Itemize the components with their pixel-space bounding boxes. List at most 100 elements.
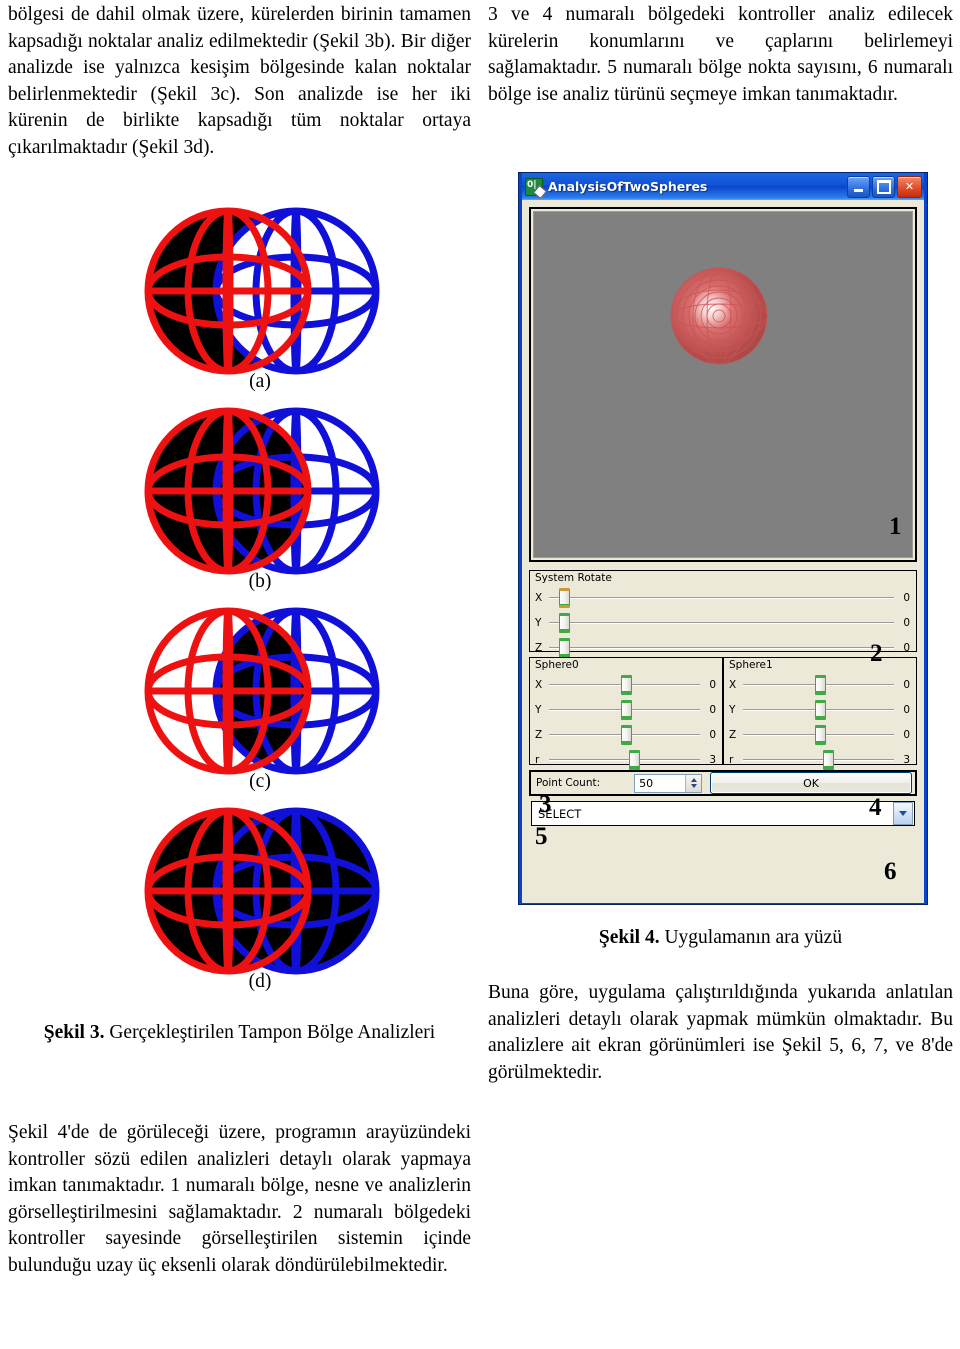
minimize-button[interactable]	[847, 175, 870, 198]
point-count-label: Point Count:	[536, 777, 601, 789]
slider-track-line	[549, 596, 894, 599]
system-rotate-group: System Rotate X 0 Y 0 Z 0	[529, 570, 917, 658]
sphere0-row-x: X 0	[530, 672, 722, 697]
system-rotate-x-slider[interactable]	[549, 587, 894, 608]
figure-3-label-a: (a)	[249, 371, 271, 392]
sphere0-row-y: Y 0	[530, 697, 722, 722]
spinner-down-icon[interactable]	[690, 784, 697, 788]
system-rotate-y-slider[interactable]	[549, 612, 894, 633]
figure-3-sphere-diagrams: (a) (b) (c) (d)	[60, 205, 460, 1005]
sphere1-x-slider[interactable]	[743, 674, 894, 695]
sphere1-x-label: X	[729, 678, 737, 691]
slider-thumb[interactable]	[823, 749, 835, 770]
point-count-input[interactable]: 50	[635, 774, 686, 792]
slider-track-line	[549, 758, 700, 761]
window-button-group: ✕	[847, 175, 924, 198]
figure-3-panel-d: (d)	[60, 805, 460, 1005]
system-rotate-y-label: Y	[535, 616, 542, 629]
sphere0-y-value: 0	[709, 703, 716, 716]
sphere0-r-slider[interactable]	[549, 749, 700, 770]
point-count-bar: Point Count: 50 OK	[529, 770, 917, 796]
system-rotate-z-slider[interactable]	[549, 637, 894, 658]
slider-track-line	[549, 621, 894, 624]
sphere0-r-value: 3	[709, 753, 716, 766]
slider-thumb[interactable]	[815, 724, 827, 745]
spinner-up-icon[interactable]	[690, 778, 697, 782]
sphere0-z-label: Z	[535, 728, 543, 741]
slider-thumb[interactable]	[629, 749, 641, 770]
figure-3-label-d: (d)	[248, 971, 272, 992]
window-titlebar[interactable]: 0| AnalysisOfTwoSpheres ✕	[522, 173, 924, 200]
maximize-icon	[876, 179, 891, 194]
sphere1-r-value: 3	[903, 753, 910, 766]
point-count-stepper[interactable]: 50	[634, 773, 703, 793]
slider-thumb[interactable]	[559, 612, 571, 633]
sphere0-x-value: 0	[709, 678, 716, 691]
figure-3-caption-number: Şekil 3.	[43, 1022, 105, 1043]
slider-thumb[interactable]	[815, 674, 827, 695]
right-column-outro-text: Buna göre, uygulama çalıştırıldığında yu…	[488, 980, 953, 1086]
sphere0-z-value: 0	[709, 728, 716, 741]
maximize-button[interactable]	[872, 175, 895, 198]
slider-thumb[interactable]	[621, 674, 633, 695]
sphere0-row-z: Z 0	[530, 722, 722, 747]
sphere1-y-label: Y	[729, 703, 736, 716]
left-column-outro-text: Şekil 4'de de görüleceği üzere, programı…	[8, 1120, 471, 1280]
sphere1-y-value: 0	[903, 703, 910, 716]
callout-number-2: 2	[870, 640, 883, 667]
point-count-spinner-arrows[interactable]	[685, 774, 702, 792]
sphere0-group: Sphere0 X 0 Y 0 Z 0 r 3	[529, 657, 723, 770]
app-document-icon: 0|	[525, 177, 548, 199]
sphere-parameter-groups: Sphere0 X 0 Y 0 Z 0 r 3 Sphere1 X 0 Y 0 …	[529, 657, 917, 770]
page-root: bölgesi de dahil olmak üzere, kürelerden…	[0, 0, 960, 1349]
sphere1-row-z: Z 0	[724, 722, 916, 747]
figure-4-caption-number: Şekil 4.	[598, 927, 660, 948]
slider-track-line	[743, 758, 894, 761]
callout-number-1: 1	[889, 513, 902, 540]
sphere1-r-slider[interactable]	[743, 749, 894, 770]
minimize-icon	[854, 188, 863, 192]
system-rotate-x-value: 0	[903, 591, 910, 604]
sphere-diagram-d-svg	[144, 807, 380, 975]
slider-thumb[interactable]	[559, 637, 571, 658]
window-client-area: System Rotate X 0 Y 0 Z 0 Sphere0 X 0 Y …	[522, 200, 924, 903]
ok-button[interactable]: OK	[710, 772, 912, 794]
three-d-viewport[interactable]	[533, 211, 913, 558]
system-rotate-z-value: 0	[903, 641, 910, 654]
callout-number-6: 6	[884, 858, 897, 885]
sphere1-row-y: Y 0	[724, 697, 916, 722]
analysis-type-select[interactable]: SELECT	[531, 801, 915, 826]
system-rotate-title: System Rotate	[535, 572, 612, 584]
sphere0-z-slider[interactable]	[549, 724, 700, 745]
sphere-point-cloud	[670, 267, 768, 365]
sphere-diagram-b-svg	[144, 407, 380, 575]
sphere0-row-r: r 3	[530, 747, 722, 772]
sphere1-y-slider[interactable]	[743, 699, 894, 720]
sphere1-r-label: r	[729, 753, 734, 766]
sphere0-x-slider[interactable]	[549, 674, 700, 695]
system-rotate-x-label: X	[535, 591, 543, 604]
figure-3-panel-c: (c)	[60, 605, 460, 805]
sphere1-title: Sphere1	[729, 659, 773, 671]
slider-thumb[interactable]	[559, 587, 571, 608]
slider-track-line	[549, 646, 894, 649]
sphere1-row-x: X 0	[724, 672, 916, 697]
sphere1-group: Sphere1 X 0 Y 0 Z 0 r 3	[723, 657, 917, 770]
close-button[interactable]: ✕	[897, 175, 922, 198]
figure-3-caption-text: Gerçekleştirilen Tampon Bölge Analizleri	[104, 1022, 436, 1043]
figure-4-caption: Şekil 4. Uygulamanın ara yüzü	[488, 925, 953, 952]
sphere1-z-slider[interactable]	[743, 724, 894, 745]
analysis-type-select-value: SELECT	[538, 806, 582, 821]
slider-thumb[interactable]	[815, 699, 827, 720]
figure-3-label-b: (b)	[248, 571, 272, 592]
sphere0-y-slider[interactable]	[549, 699, 700, 720]
right-column-intro-text: 3 ve 4 numaralı bölgedeki kontroller ana…	[488, 2, 953, 108]
sphere0-title: Sphere0	[535, 659, 579, 671]
figure-4-caption-text: Uygulamanın ara yüzü	[659, 927, 843, 948]
application-window: 0| AnalysisOfTwoSpheres ✕ System Rotate …	[518, 172, 928, 905]
slider-thumb[interactable]	[621, 699, 633, 720]
chevron-down-icon[interactable]	[893, 802, 913, 825]
paragraph-right-outro: Buna göre, uygulama çalıştırıldığında yu…	[488, 982, 953, 1083]
slider-thumb[interactable]	[621, 724, 633, 745]
left-column-intro-text: bölgesi de dahil olmak üzere, kürelerden…	[8, 2, 471, 162]
